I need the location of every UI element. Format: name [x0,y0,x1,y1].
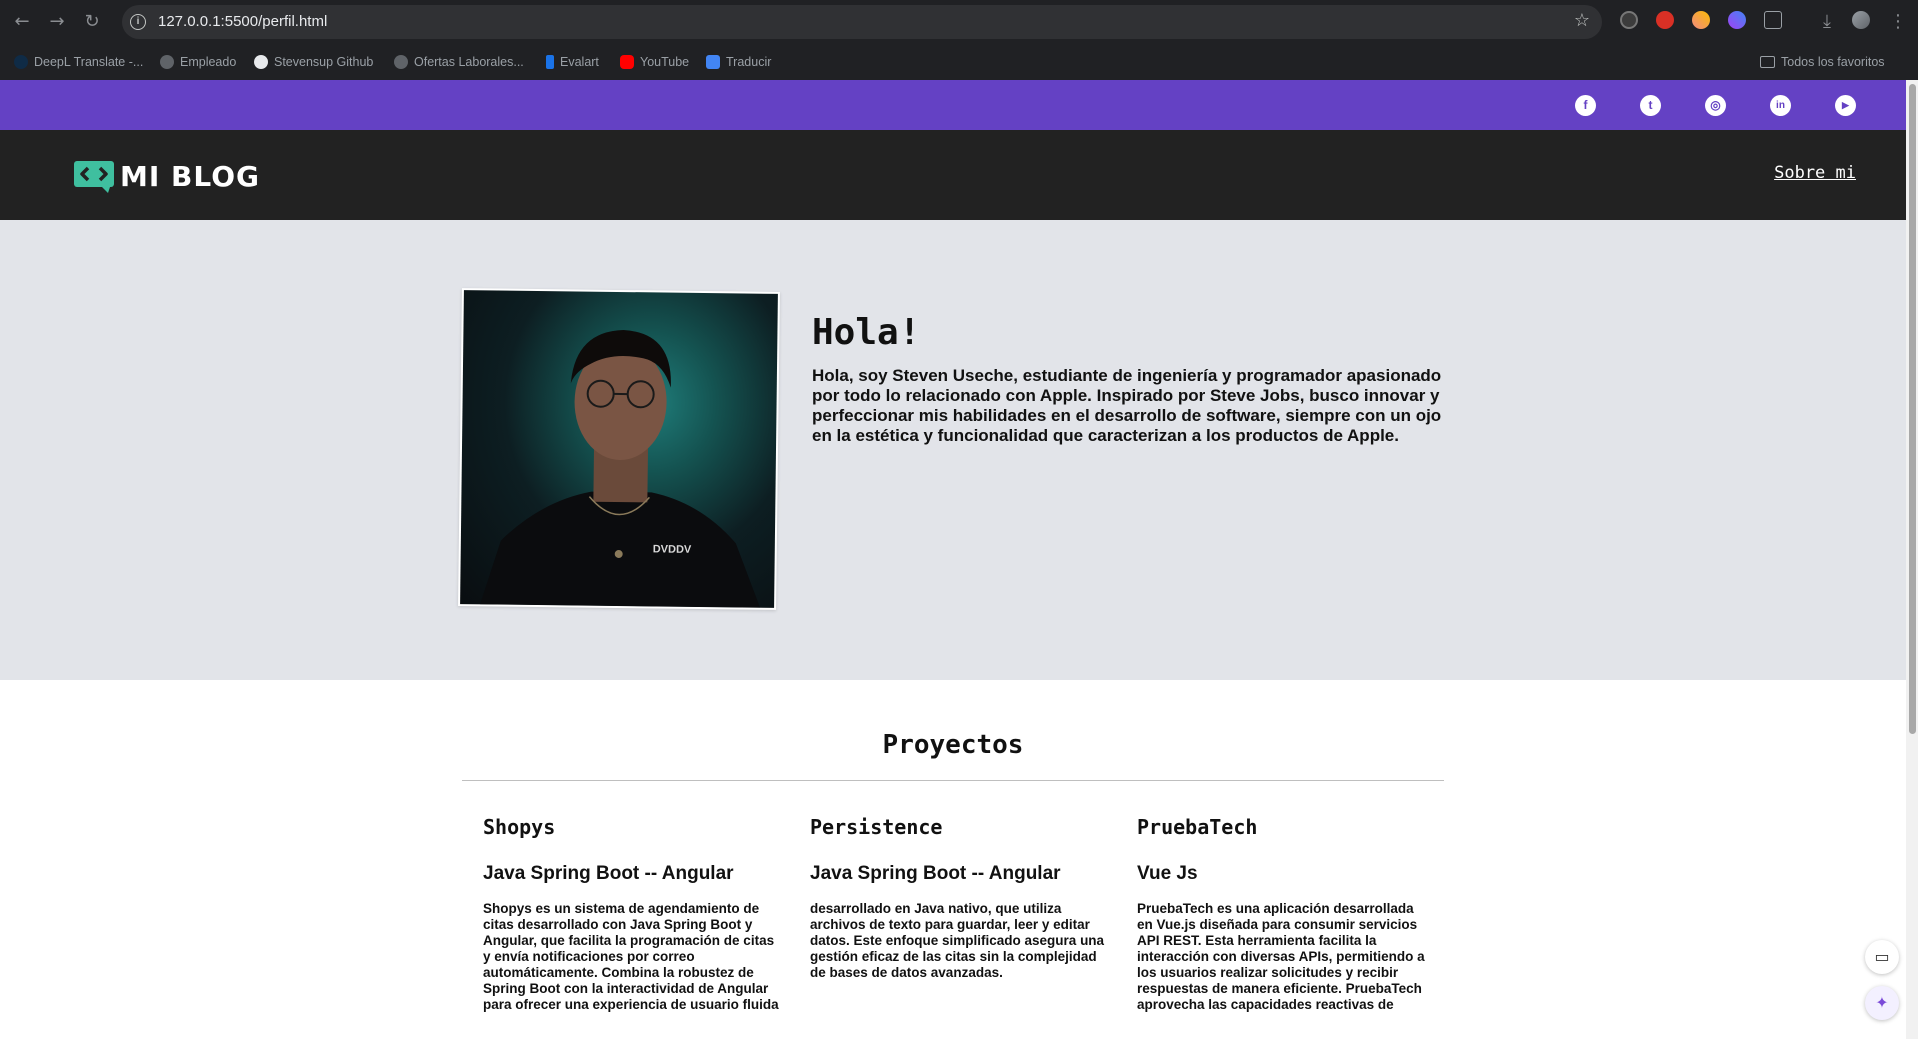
project-name: PruebaTech [1137,815,1258,839]
project-tech: Vue Js [1137,863,1198,884]
hero-description: Hola, soy Steven Useche, estudiante de i… [812,366,1442,445]
nav-about-link[interactable]: Sobre mi [1774,163,1856,183]
social-topbar: f t ◎ in ▶ [0,80,1906,130]
address-bar[interactable]: i 127.0.0.1:5500/perfil.html ☆ [122,5,1602,39]
project-description: desarrollado en Java nativo, que utiliza… [810,901,1105,980]
bookmark-item[interactable]: YouTube [620,52,689,72]
hero-section: DVDDV Hola! Hola, soy Steven Useche, est… [0,220,1906,680]
scrollbar-thumb[interactable] [1909,84,1916,734]
forward-icon[interactable]: → [45,10,69,34]
portrait-illustration: DVDDV [480,330,761,608]
deepl-icon [14,55,28,69]
globe-icon [394,55,408,69]
hero-title: Hola! [812,312,921,353]
instagram-icon[interactable]: ◎ [1705,95,1726,116]
section-divider [462,780,1444,781]
project-description: Shopys es un sistema de agendamiento de … [483,901,779,1012]
all-bookmarks[interactable]: Todos los favoritos [1760,52,1885,72]
bookmarks-bar: DeepL Translate -... Empleado Stevensup … [0,50,1918,74]
profile-avatar[interactable] [1852,11,1870,29]
globe-icon [160,55,174,69]
profile-photo-image: DVDDV [460,290,778,608]
bookmark-item[interactable]: Traducir [706,52,771,72]
projects-title: Proyectos [882,730,1024,760]
project-card: PruebaTech Vue Js PruebaTech es una apli… [1137,815,1433,1013]
profile-photo: DVDDV [458,288,780,610]
url-text: 127.0.0.1:5500/perfil.html [158,13,328,30]
youtube-icon [620,55,634,69]
reader-mode-icon[interactable]: ▭ [1865,940,1899,974]
folder-icon [1760,56,1775,68]
browser-chrome: ← → ↻ i 127.0.0.1:5500/perfil.html ☆ ⤓ ⋮… [0,0,1918,80]
menu-icon[interactable]: ⋮ [1886,10,1910,34]
facebook-icon[interactable]: f [1575,95,1596,116]
youtube-icon[interactable]: ▶ [1835,95,1856,116]
extension-icon[interactable] [1620,11,1638,29]
extensions-puzzle-icon[interactable] [1764,11,1782,29]
shirt-text: DVDDV [653,543,692,555]
bookmark-item[interactable]: Empleado [160,52,236,72]
reload-icon[interactable]: ↻ [80,10,104,34]
tumblr-icon[interactable]: t [1640,95,1661,116]
extension-icon[interactable] [1656,11,1674,29]
project-description: PruebaTech es una aplicación desarrollad… [1137,901,1425,1012]
page-scrollbar[interactable] [1906,80,1918,1039]
back-icon[interactable]: ← [10,10,34,34]
project-card: Shopys Java Spring Boot -- Angular Shopy… [483,815,779,1013]
site-logo[interactable]: MI BLOG [74,160,260,193]
logo-text: MI BLOG [120,160,260,193]
github-icon [254,55,268,69]
bookmark-item[interactable]: Evalart [546,52,599,72]
site-info-icon[interactable]: i [130,14,146,30]
bookmark-star-icon[interactable]: ☆ [1574,10,1590,31]
bookmark-item[interactable]: Ofertas Laborales... [394,52,524,72]
download-icon[interactable]: ⤓ [1815,10,1839,34]
project-name: Persistence [810,815,943,839]
assistant-icon[interactable]: ✦ [1865,986,1899,1020]
translate-icon [706,55,720,69]
project-tech: Java Spring Boot -- Angular [483,863,734,884]
project-tech: Java Spring Boot -- Angular [810,863,1061,884]
bookmark-item[interactable]: DeepL Translate -... [14,52,143,72]
evalart-icon [546,55,554,69]
extension-icon[interactable] [1728,11,1746,29]
page-viewport: f t ◎ in ▶ MI BLOG Sobre mi DVDDV Hola! … [0,80,1906,1039]
bookmark-item[interactable]: Stevensup Github [254,52,373,72]
project-name: Shopys [483,815,556,839]
linkedin-icon[interactable]: in [1770,95,1791,116]
code-bubble-icon [74,160,114,193]
project-card: Persistence Java Spring Boot -- Angular … [810,815,1106,981]
site-header: MI BLOG Sobre mi [0,130,1906,220]
extension-icon[interactable] [1692,11,1710,29]
